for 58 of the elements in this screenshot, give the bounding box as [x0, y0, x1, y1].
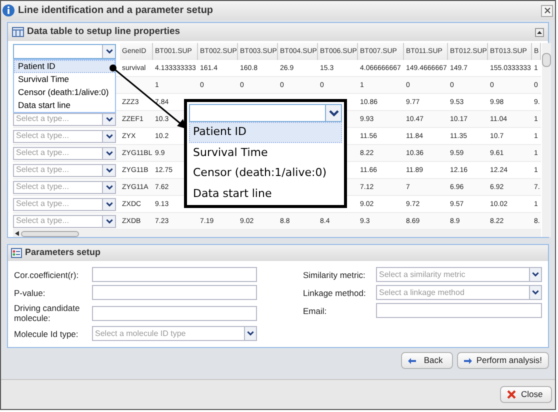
dropdown-option[interactable]: Survival Time	[14, 73, 115, 86]
panel-title: Data table to setup line properties	[27, 24, 180, 39]
close-icon	[507, 390, 516, 399]
type-select-placeholder: Select a type...	[15, 147, 70, 159]
left-arrow-icon	[408, 358, 416, 364]
close-button[interactable]	[541, 4, 553, 16]
text-field[interactable]	[92, 267, 257, 282]
caret-icon	[247, 331, 254, 336]
collapse-icon[interactable]	[535, 28, 544, 36]
inset-select[interactable]	[189, 104, 342, 122]
dropdown-option[interactable]: Data start line	[14, 99, 115, 112]
type-select-placeholder: Select a type...	[15, 164, 70, 176]
form-icon	[11, 248, 22, 258]
type-select-placeholder: Select a type...	[15, 113, 70, 125]
dropdown-option[interactable]: Censor (death:1/alive:0)	[14, 86, 115, 99]
caret-icon	[106, 168, 112, 172]
field-label: Driving candidate molecule:	[14, 303, 81, 323]
horizontal-scrollbar[interactable]	[13, 230, 541, 237]
type-select[interactable]	[13, 44, 116, 59]
caret-icon	[106, 116, 112, 122]
field-label: Molecule Id type:	[14, 328, 80, 338]
window-title: Line identification and a parameter setup	[18, 4, 214, 18]
perform-analysis-button[interactable]: Perform analysis!	[457, 352, 549, 369]
type-select-placeholder: Select a type...	[15, 130, 70, 142]
type-select-placeholder: Select a type...	[15, 215, 70, 227]
dropdown-option[interactable]: Censor (death:1/alive:0)	[189, 163, 342, 184]
caret-icon	[106, 218, 112, 224]
caret-icon	[328, 110, 338, 116]
table-icon	[12, 27, 24, 37]
caret-icon	[532, 290, 539, 295]
caret-icon	[106, 134, 112, 138]
left-arrow-icon[interactable]	[15, 231, 19, 236]
type-select-placeholder: Select a type...	[15, 181, 70, 193]
caret-icon	[532, 272, 539, 277]
dropdown-option[interactable]: Patient ID	[189, 122, 342, 142]
close-icon	[544, 7, 550, 14]
dropdown-option[interactable]: Patient ID	[14, 60, 115, 73]
text-field[interactable]	[376, 303, 542, 318]
field-label: Linkage method:	[303, 288, 367, 298]
caret-icon	[106, 184, 112, 190]
text-field[interactable]	[92, 306, 257, 320]
info-icon	[2, 4, 15, 17]
field-label: P-value:	[14, 288, 46, 298]
vertical-scrollbar[interactable]	[542, 43, 551, 237]
field-label: Email:	[303, 306, 328, 316]
caret-icon	[106, 49, 112, 54]
field-label: Similarity metric:	[303, 270, 366, 280]
type-select-placeholder: Select a type...	[15, 198, 70, 210]
dropdown-option[interactable]: Data start line	[189, 184, 342, 204]
caret-icon	[106, 150, 112, 156]
dropdown-option[interactable]: Survival Time	[189, 142, 342, 163]
field-label: Cor.coefficient(r):	[14, 270, 80, 280]
back-button[interactable]: Back	[401, 352, 454, 369]
right-arrow-icon	[464, 358, 472, 364]
caret-icon	[106, 202, 112, 206]
close-window-button[interactable]: Close	[500, 386, 552, 403]
text-field[interactable]	[92, 285, 257, 300]
panel-title: Parameters setup	[25, 246, 101, 260]
